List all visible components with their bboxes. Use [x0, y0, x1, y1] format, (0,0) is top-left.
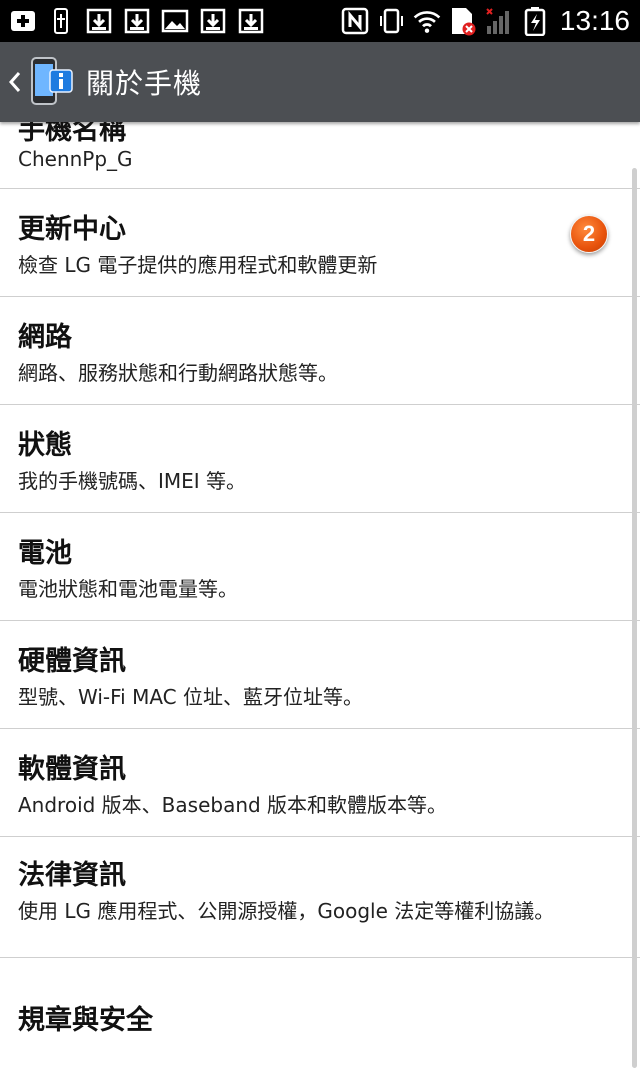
- download-icon: [122, 6, 152, 36]
- signal-icon: [484, 6, 514, 36]
- chevron-left-icon: [8, 72, 21, 92]
- item-subtitle: 我的手機號碼、IMEI 等。: [18, 469, 247, 493]
- vibrate-icon: [376, 6, 406, 36]
- download-icon: [84, 6, 114, 36]
- item-title: 軟體資訊: [18, 754, 126, 785]
- item-title: 硬體資訊: [18, 646, 126, 677]
- item-subtitle: 使用 LG 應用程式、公開源授權，Google 法定等權利協議。: [18, 899, 555, 923]
- scrollbar[interactable]: [632, 168, 637, 1068]
- system-icons: 13:16: [340, 5, 640, 37]
- list-item-legal-info[interactable]: 法律資訊 使用 LG 應用程式、公開源授權，Google 法定等權利協議。: [0, 837, 640, 958]
- item-title: 手機名稱: [18, 122, 126, 146]
- item-title: 網路: [18, 322, 72, 353]
- item-subtitle: Android 版本、Baseband 版本和軟體版本等。: [18, 793, 448, 817]
- item-title: 規章與安全: [18, 1005, 153, 1036]
- image-icon: [160, 6, 190, 36]
- clock: 13:16: [559, 5, 630, 36]
- list-item-phone-name[interactable]: 手機名稱 ChennPp_G: [0, 122, 640, 189]
- item-subtitle: 網路、服務狀態和行動網路狀態等。: [18, 361, 338, 385]
- page-title: 關於手機: [86, 67, 203, 100]
- usb-icon: [46, 6, 76, 36]
- list-item-regulatory-safety[interactable]: 規章與安全: [0, 958, 640, 1067]
- item-subtitle: 電池狀態和電池電量等。: [18, 577, 238, 601]
- notification-icons: [0, 6, 266, 36]
- item-subtitle: 型號、Wi-Fi MAC 位址、藍牙位址等。: [18, 685, 363, 709]
- item-title: 狀態: [18, 430, 72, 461]
- list-item-hardware-info[interactable]: 硬體資訊 型號、Wi-Fi MAC 位址、藍牙位址等。: [0, 621, 640, 729]
- wifi-icon: [412, 6, 442, 36]
- phone-info-icon[interactable]: [28, 52, 76, 112]
- status-bar: 13:16: [0, 0, 640, 42]
- list-item-status[interactable]: 狀態 我的手機號碼、IMEI 等。: [0, 405, 640, 513]
- add-icon: [8, 6, 38, 36]
- list-item-software-info[interactable]: 軟體資訊 Android 版本、Baseband 版本和軟體版本等。: [0, 729, 640, 837]
- update-count-badge: 2: [570, 215, 608, 253]
- item-subtitle: 檢查 LG 電子提供的應用程式和軟體更新: [18, 253, 378, 277]
- nfc-icon: [340, 6, 370, 36]
- sim-error-icon: [448, 6, 478, 36]
- item-title: 法律資訊: [18, 860, 126, 891]
- settings-list: 手機名稱 ChennPp_G 更新中心 檢查 LG 電子提供的應用程式和軟體更新…: [0, 122, 640, 1067]
- item-subtitle: ChennPp_G: [18, 147, 133, 171]
- item-title: 更新中心: [18, 214, 126, 245]
- action-bar: 關於手機: [0, 42, 640, 122]
- download-icon: [198, 6, 228, 36]
- list-item-network[interactable]: 網路 網路、服務狀態和行動網路狀態等。: [0, 297, 640, 405]
- item-title: 電池: [18, 538, 72, 569]
- download-icon: [236, 6, 266, 36]
- back-button[interactable]: [4, 42, 26, 122]
- list-item-battery[interactable]: 電池 電池狀態和電池電量等。: [0, 513, 640, 621]
- battery-charging-icon: [520, 6, 550, 36]
- list-item-update-center[interactable]: 更新中心 檢查 LG 電子提供的應用程式和軟體更新 2: [0, 189, 640, 297]
